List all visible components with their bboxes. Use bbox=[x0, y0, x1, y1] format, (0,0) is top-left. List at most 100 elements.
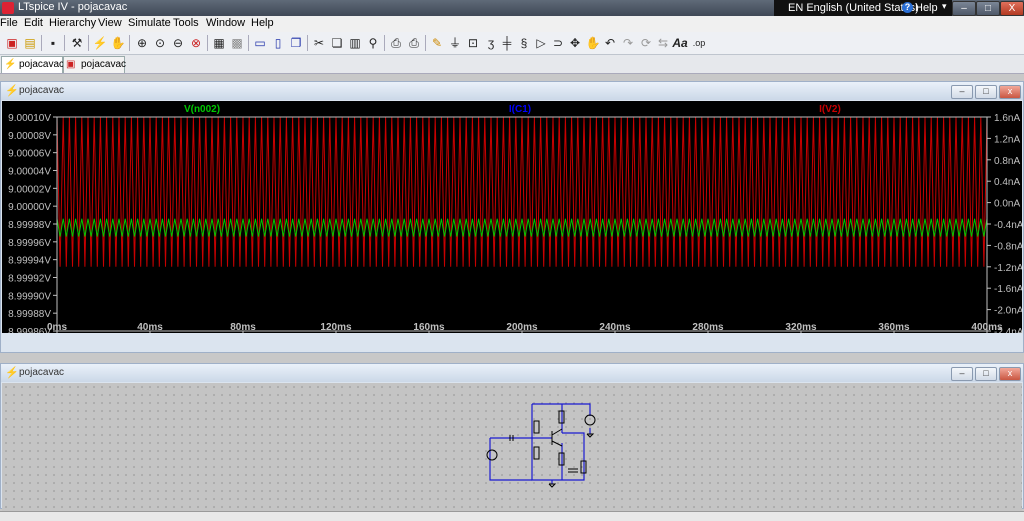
language-bar[interactable]: EN English (United States) ? Help ▾ bbox=[774, 0, 952, 16]
language-options-icon[interactable]: ▾ bbox=[942, 1, 947, 12]
x-tick-label: 360ms bbox=[878, 322, 910, 333]
schematic-wire bbox=[532, 403, 591, 416]
maximize-button[interactable]: □ bbox=[976, 1, 1000, 16]
waveform-window: ⚡ pojacavac – □ x 9.00010V 9.00008V 9.0000… bbox=[0, 81, 1024, 353]
ground-icon[interactable]: ⏚ bbox=[447, 35, 463, 51]
diode-icon[interactable]: ▷ bbox=[533, 35, 549, 51]
schematic-maximize-button[interactable]: □ bbox=[975, 367, 997, 381]
waveform-icon: ⚡ bbox=[4, 59, 17, 70]
close-button[interactable]: X bbox=[1000, 1, 1024, 16]
language-label[interactable]: EN English (United States) bbox=[788, 2, 919, 14]
schematic-icon: ▣ bbox=[66, 59, 76, 70]
wire-icon[interactable]: ✎ bbox=[429, 35, 445, 51]
menu-help[interactable]: Help bbox=[251, 17, 274, 29]
cascade-icon[interactable]: ❐ bbox=[288, 35, 304, 51]
halt-icon[interactable]: ✋ bbox=[110, 35, 126, 51]
x-tick-label: 240ms bbox=[599, 322, 631, 333]
find-icon[interactable]: ⚲ bbox=[365, 35, 381, 51]
right-tick-label: 0.8nA bbox=[994, 156, 1020, 167]
zoom-fit-icon[interactable]: ⊗ bbox=[188, 35, 204, 51]
waveform-window-title-bar[interactable]: ⚡ pojacavac – □ x bbox=[1, 82, 1023, 100]
cut-icon[interactable]: ✂ bbox=[311, 35, 327, 51]
schematic-wire bbox=[489, 438, 532, 481]
zoom-in-icon[interactable]: ⊕ bbox=[134, 35, 150, 51]
right-tick-label: -0.4nA bbox=[994, 220, 1022, 231]
redo-icon[interactable]: ↷ bbox=[620, 35, 636, 51]
schematic-minimize-button[interactable]: – bbox=[951, 367, 973, 381]
new-schematic-icon[interactable]: ▣ bbox=[4, 35, 20, 51]
autorange-icon[interactable]: ▦ bbox=[211, 35, 227, 51]
amplifier-schematic[interactable] bbox=[2, 383, 1022, 518]
tile-horizontal-icon[interactable]: ▭ bbox=[252, 35, 268, 51]
menu-tools[interactable]: Tools bbox=[173, 17, 199, 29]
rotate-icon[interactable]: ⟳ bbox=[638, 35, 654, 51]
tab-label: pojacavac bbox=[81, 59, 127, 70]
trace-vn002 bbox=[56, 218, 988, 237]
menu-file[interactable]: File bbox=[0, 17, 18, 29]
waveform-maximize-button[interactable]: □ bbox=[975, 85, 997, 99]
resistor-icon[interactable]: ʒ bbox=[483, 35, 499, 51]
ltspice-app-icon bbox=[2, 2, 14, 14]
copy-icon[interactable]: ❏ bbox=[329, 35, 345, 51]
move-icon[interactable]: ✥ bbox=[567, 35, 583, 51]
schematic-close-button[interactable]: x bbox=[999, 367, 1021, 381]
ground-symbol bbox=[548, 483, 557, 488]
drag-icon[interactable]: ✋ bbox=[585, 35, 601, 51]
left-tick-label: 8.99994V bbox=[8, 256, 51, 267]
right-tick-label: -0.8nA bbox=[994, 241, 1022, 252]
x-tick-label: 120ms bbox=[320, 322, 352, 333]
right-tick-label: 1.6nA bbox=[994, 113, 1020, 124]
print-icon[interactable]: ⎙ bbox=[406, 35, 422, 51]
trace-label: V(n002) bbox=[184, 104, 220, 115]
waveform-icon: ⚡ bbox=[5, 85, 19, 97]
waveform-plot[interactable]: 9.00010V 9.00008V 9.00006V 9.00004V 9.00002V… bbox=[2, 101, 1024, 338]
open-icon[interactable]: ▤ bbox=[22, 35, 38, 51]
label-icon[interactable]: ⊡ bbox=[465, 35, 481, 51]
toolbar: ▣ ▤ ▪ ⚒ ⚡ ✋ ⊕ ⊙ ⊖ ⊗ ▦ ▩ ▭ ▯ ❐ ✂ ❏ ▥ ⚲ ⎙ … bbox=[0, 32, 1024, 55]
minimize-button[interactable]: – bbox=[952, 1, 976, 16]
x-tick-label: 0ms bbox=[47, 322, 67, 333]
waveform-minimize-button[interactable]: – bbox=[951, 85, 973, 99]
menu-view[interactable]: View bbox=[98, 17, 122, 29]
trace-label: I(C1) bbox=[509, 104, 531, 115]
run-icon[interactable]: ⚡ bbox=[92, 35, 108, 51]
help-label[interactable]: Help bbox=[915, 2, 938, 14]
text-icon[interactable]: Aa bbox=[672, 35, 688, 51]
save-icon[interactable]: ▪ bbox=[45, 35, 61, 51]
waveform-plot-area[interactable]: 9.00010V 9.00008V 9.00006V 9.00004V 9.00002V… bbox=[2, 101, 1024, 338]
x-tick-label: 200ms bbox=[506, 322, 538, 333]
zoom-out-icon[interactable]: ⊖ bbox=[170, 35, 186, 51]
menu-bar: File Edit Hierarchy View Simulate Tools … bbox=[0, 16, 1024, 32]
menu-simulate[interactable]: Simulate bbox=[128, 17, 171, 29]
mirror-icon[interactable]: ⇆ bbox=[655, 35, 671, 51]
spice-directive-icon[interactable]: .op bbox=[691, 35, 707, 51]
waveform-close-button[interactable]: x bbox=[999, 85, 1021, 99]
component-icon[interactable]: ⊃ bbox=[550, 35, 566, 51]
tile-vertical-icon[interactable]: ▯ bbox=[270, 35, 286, 51]
right-tick-label: -1.2nA bbox=[994, 263, 1022, 274]
control-panel-icon[interactable]: ⚒ bbox=[69, 35, 85, 51]
menu-window[interactable]: Window bbox=[206, 17, 245, 29]
tab-waveform[interactable]: ⚡ pojacavac bbox=[1, 56, 64, 73]
x-tick-label: 40ms bbox=[137, 322, 163, 333]
left-tick-label: 8.99986V bbox=[8, 327, 51, 333]
pan-icon[interactable]: ⊙ bbox=[152, 35, 168, 51]
capacitor-icon[interactable]: ╪ bbox=[499, 35, 515, 51]
left-tick-label: 9.00010V bbox=[8, 113, 51, 124]
x-tick-label: 160ms bbox=[413, 322, 445, 333]
left-tick-label: 9.00006V bbox=[8, 149, 51, 160]
paste-icon[interactable]: ▥ bbox=[347, 35, 363, 51]
schematic-canvas[interactable] bbox=[2, 383, 1022, 518]
grid-icon[interactable]: ▩ bbox=[229, 35, 245, 51]
x-tick-label: 400ms bbox=[971, 322, 1003, 333]
menu-edit[interactable]: Edit bbox=[24, 17, 43, 29]
print-preview-icon[interactable]: ⎙ bbox=[388, 35, 404, 51]
schematic-window-title-bar[interactable]: ⚡ pojacavac – □ x bbox=[1, 364, 1023, 382]
x-tick-label: 280ms bbox=[692, 322, 724, 333]
menu-hierarchy[interactable]: Hierarchy bbox=[49, 17, 96, 29]
ground-symbol bbox=[586, 433, 595, 438]
undo-icon[interactable]: ↶ bbox=[602, 35, 618, 51]
inductor-icon[interactable]: § bbox=[516, 35, 532, 51]
help-icon[interactable]: ? bbox=[902, 2, 913, 13]
tab-schematic[interactable]: ▣ pojacavac bbox=[63, 56, 127, 73]
